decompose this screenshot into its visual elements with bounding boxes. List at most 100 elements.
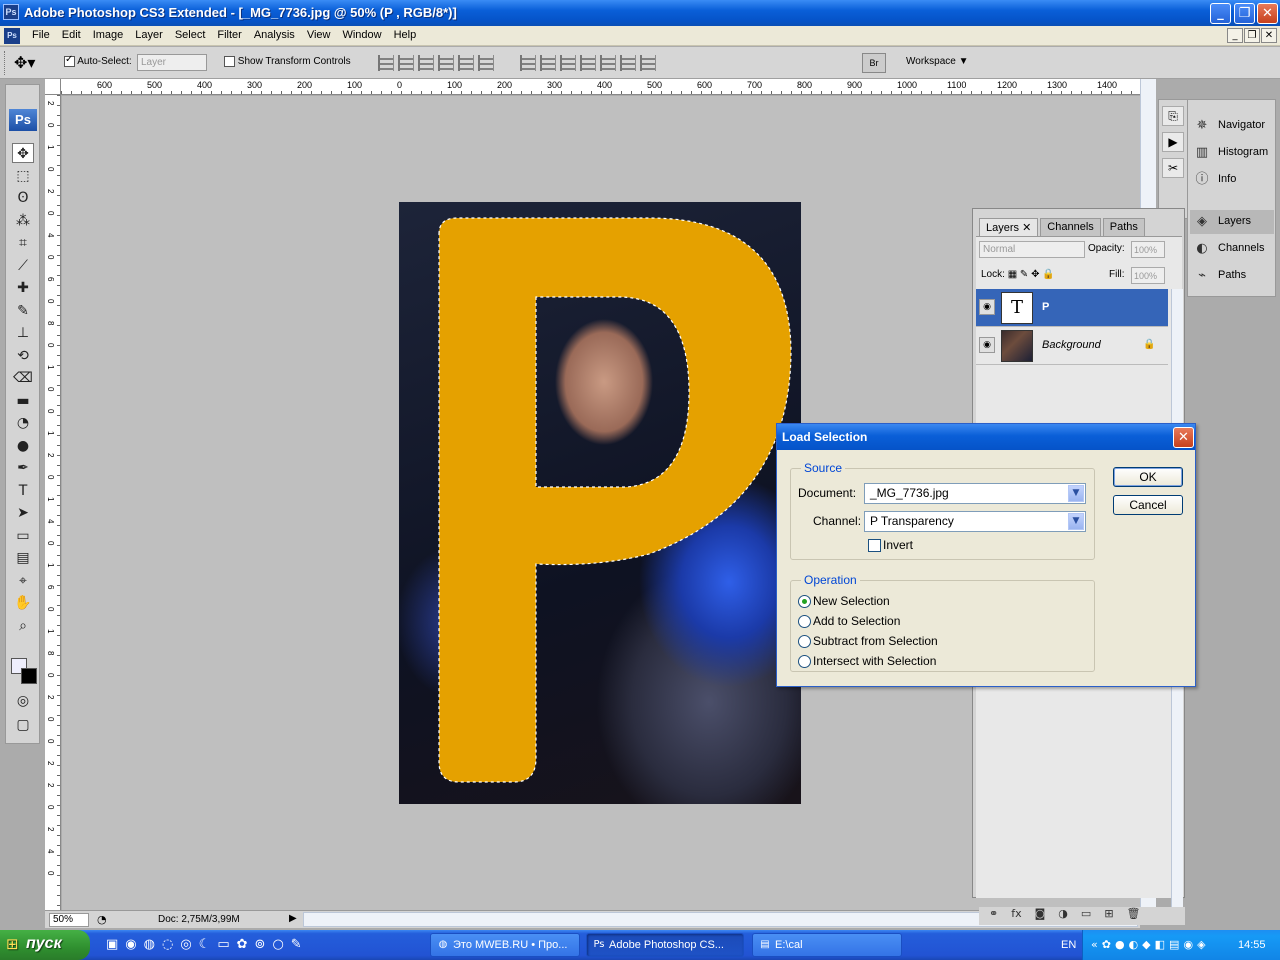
adjustment-icon[interactable]: ◑ [1058,907,1068,925]
taskbar-task[interactable]: ▤ E:\cal [752,933,902,957]
slice-tool-icon[interactable]: ⟋ [12,256,34,276]
dock-histogram[interactable]: ▥ Histogram [1190,141,1274,165]
visibility-eye-icon[interactable]: ◉ [979,299,995,315]
path-selection-tool-icon[interactable]: ➤ [12,503,34,523]
document-dropdown[interactable]: _MG_7736.jpg ▼ [864,483,1086,504]
tray-network-icon[interactable]: ◐ [1129,938,1139,951]
layer-row[interactable]: ◉ Background 🔒 [976,327,1168,365]
monitor-icon[interactable]: ▭ [217,937,229,952]
language-indicator[interactable]: EN [1061,939,1076,951]
lock-position-icon[interactable]: ✥ [1031,269,1039,280]
radio-button[interactable] [798,615,811,628]
horizontal-ruler[interactable]: 600 500 400 300 200 100 0 100 200 300 400 500 600 700… [61,79,1141,95]
eraser-tool-icon[interactable]: ⌫ [12,368,34,388]
fill-field[interactable]: 100% [1131,267,1165,284]
distribute-left-icon[interactable] [580,55,596,71]
doc-close-button[interactable]: ✕ [1261,28,1277,43]
doc-restore-button[interactable]: ❐ [1244,28,1260,43]
align-right-icon[interactable] [478,55,494,71]
tray-display-icon[interactable]: ▤ [1169,938,1179,951]
auto-align-icon[interactable] [640,55,656,71]
operation-option[interactable]: Add to Selection [798,613,1058,631]
link-icon[interactable]: ⚭ [989,907,998,925]
healing-brush-tool-icon[interactable]: ✚ [12,278,34,298]
menu-view[interactable]: View [301,29,337,41]
radio-button[interactable] [798,635,811,648]
auto-select-checkbox[interactable] [64,54,75,67]
channel-dropdown[interactable]: P Transparency ▼ [864,511,1086,532]
menu-layer[interactable]: Layer [129,29,169,41]
fx-icon[interactable]: fx [1011,907,1021,925]
align-bottom-icon[interactable] [418,55,434,71]
ok-button[interactable]: OK [1113,467,1183,487]
blur-tool-icon[interactable]: ◔ [12,413,34,433]
move-tool-icon[interactable]: ✥ [12,143,34,163]
auto-select-target-dropdown[interactable]: Layer [137,54,207,71]
tool-presets-panel-icon[interactable]: ✂ [1162,158,1184,178]
mask-icon[interactable]: ◙ [1035,907,1046,925]
color-swatches[interactable] [11,658,37,684]
cancel-button[interactable]: Cancel [1113,495,1183,515]
show-transform-control[interactable]: Show Transform Controls [224,56,351,67]
status-arrow-icon[interactable]: ▶ [289,913,297,924]
tray-volume-icon[interactable]: ◧ [1155,938,1165,951]
operation-option[interactable]: Subtract from Selection [798,633,1058,651]
menu-window[interactable]: Window [336,29,387,41]
moon-icon[interactable]: ☾ [199,937,211,952]
bridge-button[interactable]: Br [862,53,886,73]
radio-button[interactable] [798,595,811,608]
operation-option[interactable]: Intersect with Selection [798,653,1058,671]
show-transform-checkbox[interactable] [224,56,235,67]
folder-icon[interactable]: ▭ [1081,907,1091,925]
hand-tool-icon[interactable]: ✋ [12,593,34,613]
actions-panel-icon[interactable]: ▶ [1162,132,1184,152]
trash-icon[interactable]: 🗑 [1127,907,1141,925]
menu-help[interactable]: Help [388,29,423,41]
dodge-tool-icon[interactable]: ● [12,436,34,456]
photoshop-logo[interactable]: Ps [9,109,37,131]
document-system-icon[interactable]: Ps [4,28,20,44]
doc-minimize-button[interactable]: _ [1227,28,1243,43]
menu-analysis[interactable]: Analysis [248,29,301,41]
distribute-hcenter-icon[interactable] [600,55,616,71]
tray-flower-icon[interactable]: ✿ [1102,938,1111,951]
taskbar-task[interactable]: Ps Adobe Photoshop CS... [586,933,744,957]
document-image[interactable] [399,202,801,804]
taskbar-task[interactable]: ◍ Это MWEB.RU • Про... [430,933,580,957]
menu-edit[interactable]: Edit [56,29,87,41]
zoom-tool-icon[interactable]: ⌕ [12,616,34,636]
start-button[interactable]: пуск [0,930,90,960]
history-panel-icon[interactable]: ⎘ [1162,106,1184,126]
vertical-ruler[interactable]: 2 0 1 0 2 0 4 0 6 0 8 0 1 0 0 1 2 0 1 4 0 1 6 0 1 8 0 2 0 0 2 2 0 2 4 0 [45,95,61,910]
quick-mask-icon[interactable]: ◎ [12,691,34,711]
opacity-field[interactable]: 100% [1131,241,1165,258]
layer-row[interactable]: ◉ T P [976,289,1168,327]
gradient-tool-icon[interactable]: ▬ [12,391,34,411]
show-desktop-icon[interactable]: ▣ [106,937,118,952]
pen-tool-icon[interactable]: ✒ [12,458,34,478]
dock-layers[interactable]: ◈ Layers [1190,210,1274,234]
invert-checkbox[interactable] [868,539,881,552]
menu-file[interactable]: File [26,29,56,41]
network-icon[interactable]: ◌ [162,937,173,952]
dock-paths[interactable]: ⌁ Paths [1190,264,1274,288]
tab-paths[interactable]: Paths [1102,218,1145,236]
align-top-icon[interactable] [378,55,394,71]
workspace-menu[interactable]: Workspace ▼ [906,56,969,67]
tray-arrow-icon[interactable]: « [1091,938,1098,951]
maximize-button[interactable]: ❐ [1234,3,1255,24]
disc-icon[interactable]: ⊚ [255,937,266,952]
close-button[interactable]: ✕ [1257,3,1278,24]
tray-chat-icon[interactable]: ◆ [1142,938,1150,951]
firefox-icon[interactable]: ◍ [144,937,155,952]
history-brush-tool-icon[interactable]: ⟲ [12,346,34,366]
menu-image[interactable]: Image [87,29,130,41]
invert-label[interactable]: Invert [883,538,913,552]
new-layer-icon[interactable]: ⊞ [1104,907,1113,925]
brush-tool-icon[interactable]: ✎ [12,301,34,321]
distribute-top-icon[interactable] [520,55,536,71]
pencil-icon[interactable]: ✎ [291,937,302,952]
tab-layers[interactable]: Layers ✕ [979,218,1039,236]
align-vcenter-icon[interactable] [398,55,414,71]
eyedropper-tool-icon[interactable]: ⌖ [12,571,34,591]
